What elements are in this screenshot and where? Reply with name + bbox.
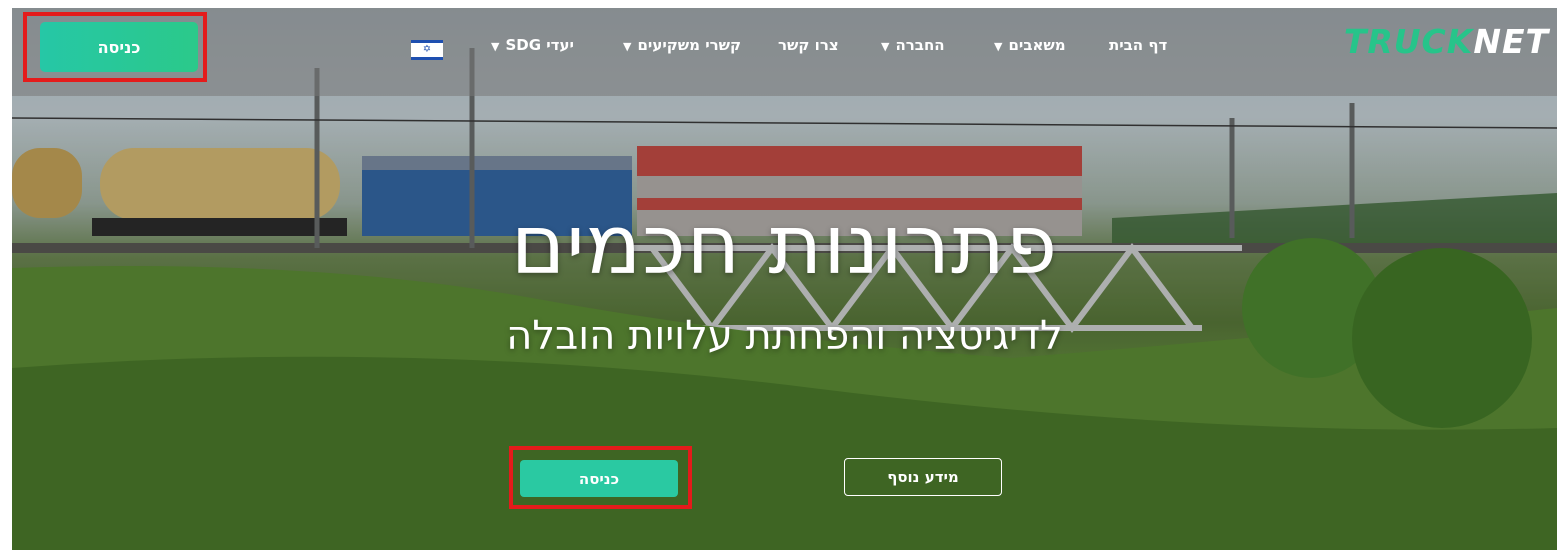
- nav-item-home[interactable]: דף הבית: [1109, 36, 1167, 54]
- nav-contact-label: צרו קשר: [778, 36, 839, 54]
- top-navigation-bar: TRUCKNET דף הבית משאבים▼ החברה▼ צרו קשר …: [12, 8, 1557, 96]
- chevron-down-icon: ▼: [623, 40, 632, 53]
- chevron-down-icon: ▼: [491, 40, 500, 53]
- nav-item-contact[interactable]: צרו קשר: [778, 36, 839, 54]
- logo-part-truck: TRUCK: [1343, 22, 1474, 61]
- israel-flag-icon[interactable]: ✡: [411, 40, 443, 60]
- nav-company-label: החברה: [895, 36, 945, 54]
- trucknet-logo[interactable]: TRUCKNET: [1344, 22, 1549, 61]
- hero-section: TRUCKNET דף הבית משאבים▼ החברה▼ צרו קשר …: [12, 8, 1557, 550]
- nav-item-investors[interactable]: קשרי משקיעים ▼: [623, 36, 741, 54]
- nav-item-resources[interactable]: משאבים ▼: [994, 36, 1066, 54]
- highlight-box-hero-login: [509, 446, 692, 509]
- nav-resources-label: משאבים: [1008, 36, 1066, 54]
- nav-item-sdg[interactable]: יעדי SDG ▼: [491, 36, 574, 54]
- chevron-down-icon: ▼: [994, 40, 1003, 53]
- logo-part-net: NET: [1473, 22, 1549, 61]
- hero-subheadline: לדיגיטציה והפחתת עלויות הובלה: [506, 313, 1063, 359]
- nav-home-label: דף הבית: [1109, 36, 1168, 54]
- nav-sdg-label: יעדי SDG: [505, 36, 574, 54]
- highlight-box-header-login: [23, 12, 207, 82]
- nav-item-company[interactable]: החברה ▼: [881, 36, 945, 54]
- more-info-button[interactable]: מידע נוסף: [844, 458, 1002, 496]
- hero-headline: פתרונות חכמים: [510, 198, 1059, 293]
- nav-investors-label: קשרי משקיעים: [637, 36, 742, 54]
- chevron-down-icon: ▼: [881, 40, 890, 53]
